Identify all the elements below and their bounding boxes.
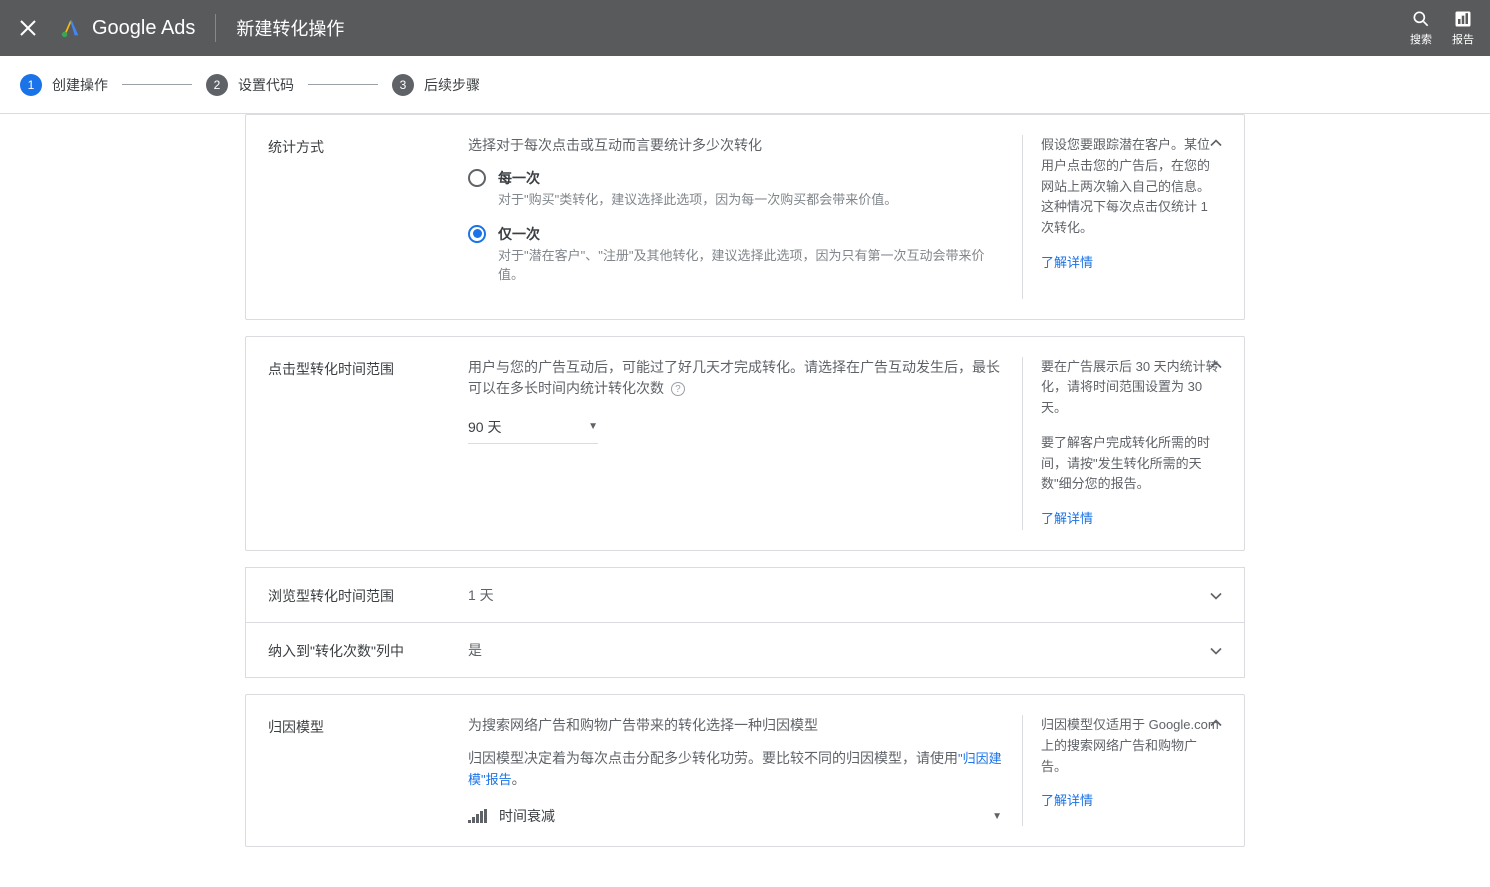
- chevron-up-icon: [1206, 133, 1226, 153]
- step-2-num: 2: [206, 74, 228, 96]
- stepper-bar: 1 创建操作 2 设置代码 3 后续步骤: [0, 56, 1490, 114]
- brand-name: Google Ads: [92, 17, 195, 40]
- count-desc: 选择对于每次点击或互动而言要统计多少次转化: [468, 135, 1002, 156]
- step-1[interactable]: 1 创建操作: [20, 74, 108, 96]
- include-conversions-row[interactable]: 纳入到"转化次数"列中 是: [245, 623, 1245, 678]
- count-method-card: 统计方式 选择对于每次点击或互动而言要统计多少次转化 每一次 对于"购买"类转化…: [245, 114, 1245, 320]
- time-decay-icon: [468, 809, 487, 823]
- click-window-desc: 用户与您的广告互动后，可能过了好几天才完成转化。请选择在广告互动发生后，最长可以…: [468, 357, 1002, 399]
- radio-only-once[interactable]: 仅一次 对于"潜在客户"、"注册"及其他转化，建议选择此选项，因为只有第一次互动…: [468, 224, 1002, 285]
- attr-label: 归因模型: [268, 715, 468, 826]
- reports-icon: [1453, 9, 1473, 29]
- close-icon[interactable]: [16, 16, 40, 40]
- step-connector: [308, 84, 378, 85]
- attr-desc: 为搜索网络广告和购物广告带来的转化选择一种归因模型: [468, 715, 1002, 736]
- app-header: Google Ads 新建转化操作 搜索 报告: [0, 0, 1490, 56]
- collapse-toggle[interactable]: [1206, 355, 1226, 378]
- click-window-label: 点击型转化时间范围: [268, 357, 468, 531]
- attr-side: 归因模型仅适用于 Google.com 上的搜索网络广告和购物广告。 了解详情: [1022, 715, 1222, 826]
- brand-logo: Google Ads: [60, 17, 195, 40]
- radio-every-time[interactable]: 每一次 对于"购买"类转化，建议选择此选项，因为每一次购买都会带来价值。: [468, 168, 1002, 210]
- dropdown-caret-icon: ▼: [992, 811, 1002, 822]
- click-window-card: 点击型转化时间范围 用户与您的广告互动后，可能过了好几天才完成转化。请选择在广告…: [245, 336, 1245, 552]
- chevron-up-icon: [1206, 713, 1226, 733]
- step-connector: [122, 84, 192, 85]
- count-label: 统计方式: [268, 135, 468, 299]
- expand-toggle[interactable]: [1206, 641, 1226, 664]
- expand-toggle[interactable]: [1206, 586, 1226, 609]
- view-window-row[interactable]: 浏览型转化时间范围 1 天: [245, 567, 1245, 623]
- dropdown-caret-icon: ▼: [588, 421, 598, 432]
- reports-button[interactable]: 报告: [1452, 9, 1474, 47]
- learn-more-link[interactable]: 了解详情: [1041, 791, 1222, 812]
- chevron-up-icon: [1206, 355, 1226, 375]
- step-3-num: 3: [392, 74, 414, 96]
- search-icon: [1411, 9, 1431, 29]
- count-side-help: 假设您要跟踪潜在客户。某位用户点击您的广告后，在您的网站上两次输入自己的信息。这…: [1022, 135, 1222, 299]
- learn-more-link[interactable]: 了解详情: [1041, 509, 1222, 530]
- attr-model-dropdown[interactable]: 时间衰减 ▼: [468, 806, 1002, 826]
- page-title: 新建转化操作: [236, 15, 344, 41]
- radio-icon: [468, 169, 486, 187]
- collapse-toggle[interactable]: [1206, 133, 1226, 156]
- header-divider: [215, 14, 216, 42]
- chevron-down-icon: [1206, 586, 1226, 606]
- click-window-dropdown[interactable]: 90 天 ▼: [468, 411, 598, 444]
- chevron-down-icon: [1206, 641, 1226, 661]
- attribution-model-card: 归因模型 为搜索网络广告和购物广告带来的转化选择一种归因模型 归因模型决定着为每…: [245, 694, 1245, 847]
- step-3[interactable]: 3 后续步骤: [392, 74, 480, 96]
- help-icon[interactable]: ?: [671, 382, 685, 396]
- step-2[interactable]: 2 设置代码: [206, 74, 294, 96]
- main-content: 统计方式 选择对于每次点击或互动而言要统计多少次转化 每一次 对于"购买"类转化…: [0, 114, 1490, 887]
- collapse-toggle[interactable]: [1206, 713, 1226, 736]
- learn-more-link[interactable]: 了解详情: [1041, 253, 1222, 274]
- attr-desc2: 归因模型决定着为每次点击分配多少转化功劳。要比较不同的归因模型，请使用"归因建模…: [468, 748, 1002, 790]
- radio-icon-selected: [468, 225, 486, 243]
- ads-logo-icon: [60, 17, 82, 39]
- search-button[interactable]: 搜索: [1410, 9, 1432, 47]
- click-window-side: 要在广告展示后 30 天内统计转化，请将时间范围设置为 30 天。 要了解客户完…: [1022, 357, 1222, 531]
- step-1-num: 1: [20, 74, 42, 96]
